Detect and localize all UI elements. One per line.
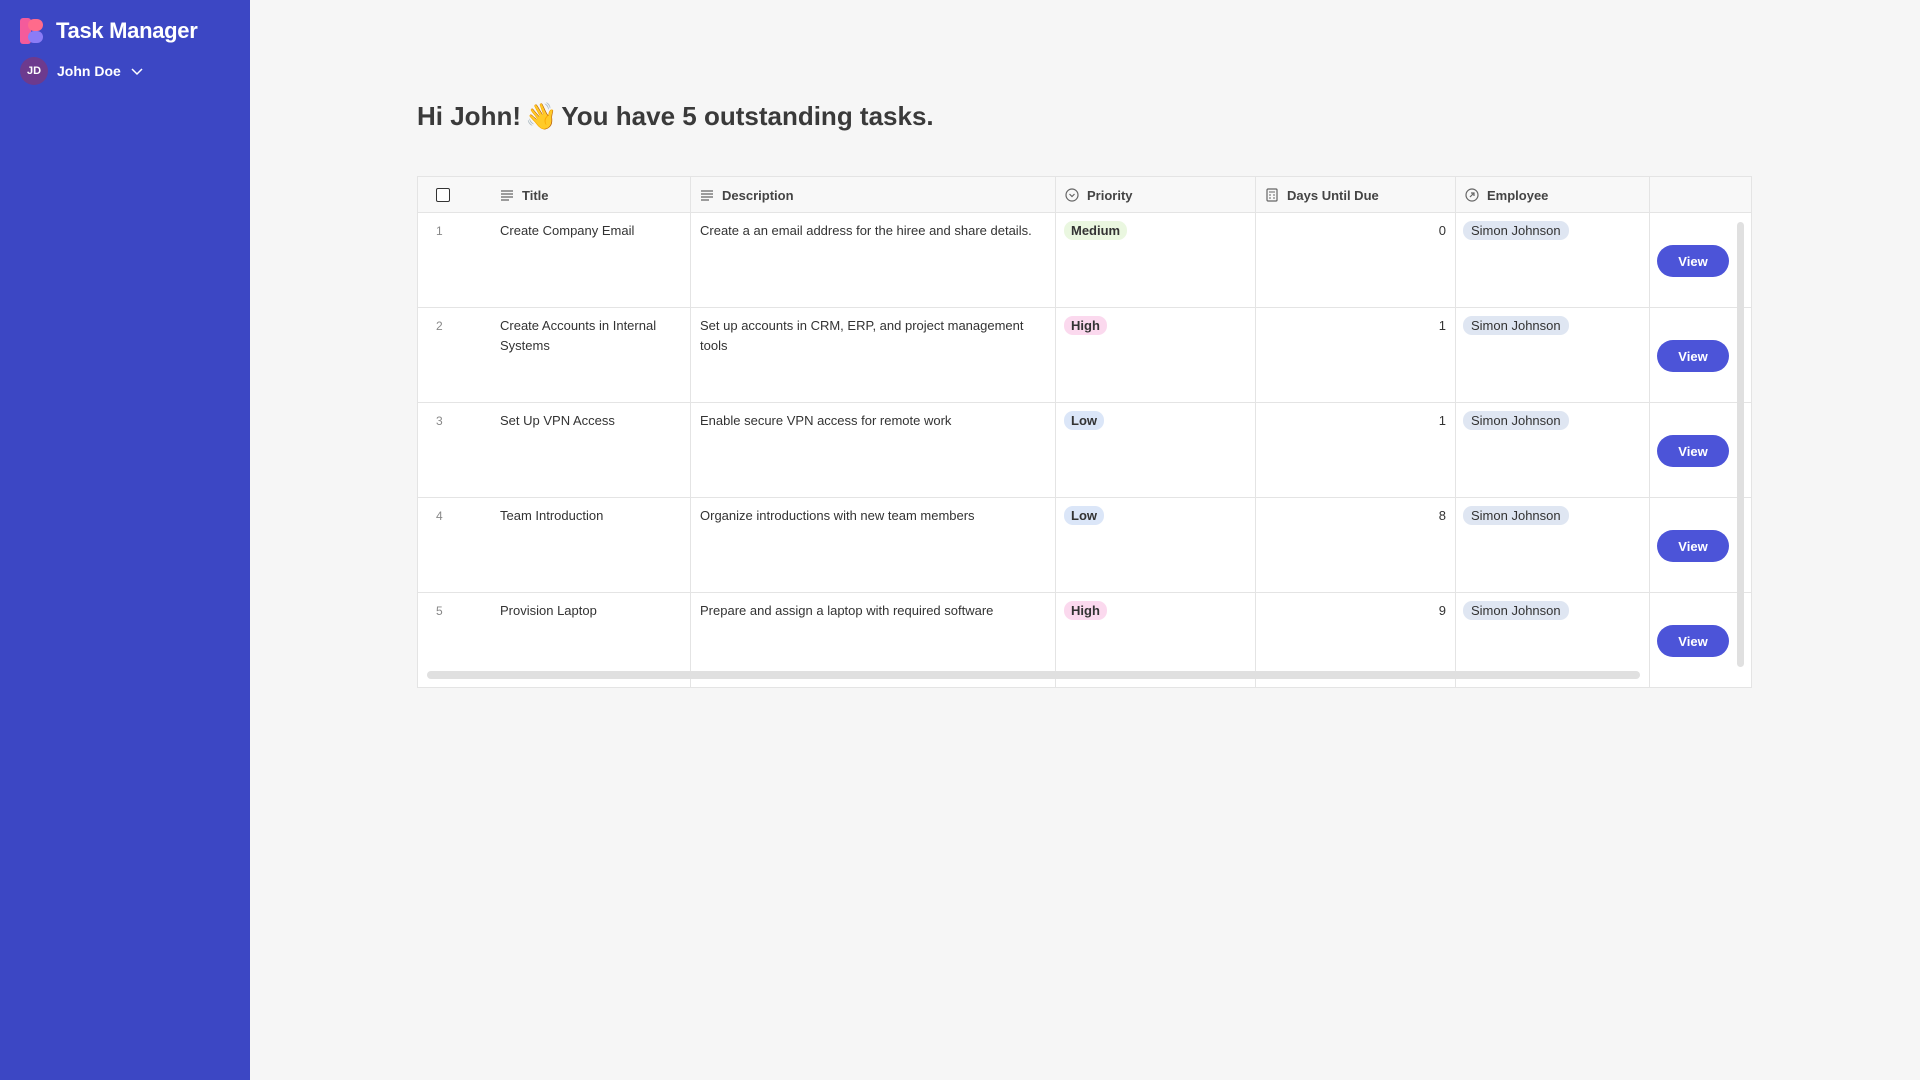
employee-cell: Simon Johnson [1463, 506, 1569, 526]
page-title: Hi John! 👋 You have 5 outstanding tasks. [417, 101, 934, 132]
view-button[interactable]: View [1657, 435, 1729, 467]
avatar: JD [20, 57, 48, 85]
column-header-priority[interactable]: Priority [1065, 177, 1133, 213]
priority-badge: Low [1064, 506, 1104, 525]
task-description: Create a an email address for the hiree … [700, 223, 1032, 238]
task-title: Create Accounts in Internal Systems [500, 318, 657, 353]
priority-badge: High [1064, 601, 1107, 620]
column-header-description[interactable]: Description [700, 177, 794, 213]
brand: Task Manager [20, 18, 198, 44]
column-description-label: Description [722, 187, 794, 203]
user-name: John Doe [57, 63, 121, 79]
text-icon [701, 190, 713, 201]
column-days-label: Days Until Due [1287, 187, 1379, 203]
employee-cell: Simon Johnson [1463, 411, 1569, 431]
task-title: Team Introduction [500, 508, 604, 523]
table-row[interactable]: 2 Create Accounts in Internal Systems Set … [418, 308, 1751, 403]
select-icon [1065, 188, 1079, 202]
column-header-days[interactable]: Days Until Due [1265, 177, 1379, 213]
select-all-cell [436, 177, 450, 213]
task-description: Prepare and assign a laptop with require… [700, 603, 994, 618]
table-row[interactable]: 4 Team Introduction Organize introductions… [418, 498, 1751, 593]
priority-cell: Low [1064, 411, 1104, 431]
view-button[interactable]: View [1657, 530, 1729, 562]
employee-tag[interactable]: Simon Johnson [1463, 316, 1569, 335]
employee-cell: Simon Johnson [1463, 221, 1569, 241]
column-header-employee[interactable]: Employee [1465, 177, 1548, 213]
chevron-down-icon [131, 68, 143, 76]
days-until-due: 1 [1438, 413, 1446, 428]
row-index: 2 [436, 319, 443, 333]
view-button[interactable]: View [1657, 245, 1729, 277]
greeting-message: You have 5 outstanding tasks. [561, 101, 934, 131]
user-menu[interactable]: JD John Doe [20, 57, 144, 85]
column-employee-label: Employee [1487, 187, 1549, 203]
days-until-due: 9 [1438, 603, 1446, 618]
priority-badge: Medium [1064, 221, 1128, 240]
table-row[interactable]: 1 Create Company Email Create a an email a… [418, 213, 1751, 308]
app-title: Task Manager [56, 18, 198, 43]
priority-cell: Medium [1064, 221, 1128, 241]
view-button[interactable]: View [1657, 625, 1729, 657]
days-until-due: 0 [1438, 223, 1446, 238]
select-all-checkbox[interactable] [436, 188, 450, 202]
task-description: Organize introductions with new team mem… [700, 508, 975, 523]
calculator-icon [1266, 188, 1278, 202]
days-until-due: 8 [1438, 508, 1446, 523]
employee-tag[interactable]: Simon Johnson [1463, 221, 1569, 240]
column-priority-label: Priority [1087, 187, 1133, 203]
sidebar: Task Manager JD John Doe [0, 0, 250, 1080]
table-header: Title Description Priority Days Until Du… [418, 177, 1751, 213]
link-icon [1465, 188, 1479, 202]
priority-badge: Low [1064, 411, 1104, 430]
row-index: 4 [436, 509, 443, 523]
employee-tag[interactable]: Simon Johnson [1463, 601, 1569, 620]
employee-tag[interactable]: Simon Johnson [1463, 506, 1569, 525]
employee-cell: Simon Johnson [1463, 316, 1569, 336]
view-button[interactable]: View [1657, 340, 1729, 372]
vertical-scrollbar[interactable] [1737, 222, 1744, 667]
task-description: Set up accounts in CRM, ERP, and project… [700, 318, 1024, 353]
priority-cell: Low [1064, 506, 1104, 526]
task-title: Set Up VPN Access [500, 413, 615, 428]
task-title: Create Company Email [500, 223, 635, 238]
column-title-label: Title [522, 187, 549, 203]
employee-cell: Simon Johnson [1463, 601, 1569, 621]
horizontal-scrollbar[interactable] [427, 671, 1640, 679]
priority-cell: High [1064, 316, 1107, 336]
row-index: 3 [436, 414, 443, 428]
table-row[interactable]: 3 Set Up VPN Access Enable secure VPN acce… [418, 403, 1751, 498]
row-index: 5 [436, 604, 443, 618]
row-index: 1 [436, 224, 443, 238]
days-until-due: 1 [1438, 318, 1446, 333]
column-header-title[interactable]: Title [500, 177, 549, 213]
task-title: Provision Laptop [500, 603, 597, 618]
wave-emoji-icon: 👋 [525, 101, 558, 131]
task-description: Enable secure VPN access for remote work [700, 413, 952, 428]
priority-badge: High [1064, 316, 1107, 335]
task-table: Title Description Priority Days Until Du… [417, 176, 1752, 688]
employee-tag[interactable]: Simon Johnson [1463, 411, 1569, 430]
app-logo-icon [20, 18, 44, 44]
priority-cell: High [1064, 601, 1107, 621]
text-icon [501, 190, 513, 201]
greeting-hi: Hi John! [417, 101, 521, 131]
